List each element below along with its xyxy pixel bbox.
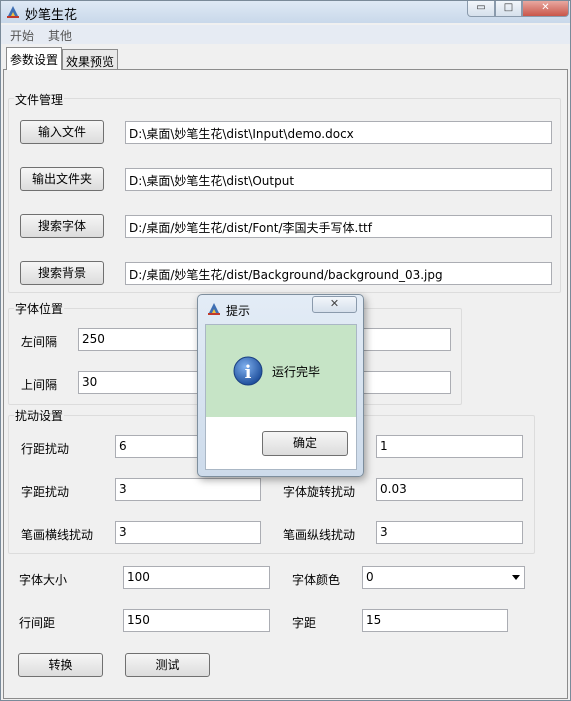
ok-button[interactable]: 确定 <box>262 431 348 456</box>
maximize-icon: □ <box>503 2 514 13</box>
vertical-stroke-perturb-field[interactable]: 3 <box>376 521 523 544</box>
font-position-title: 字体位置 <box>14 300 65 317</box>
right-top-perturb-field[interactable]: 1 <box>376 435 523 458</box>
convert-button[interactable]: 转换 <box>18 653 103 677</box>
font-size-field[interactable]: 100 <box>123 566 270 589</box>
app-window: 妙笔生花 ▭ □ ✕ 开始 其他 参数设置 效果预览 文件管理 输入文件 D:\… <box>0 0 571 701</box>
bottom-margin-field[interactable] <box>363 371 451 394</box>
search-font-button[interactable]: 搜索字体 <box>20 214 104 238</box>
input-file-path-field[interactable]: D:\桌面\妙笔生花\dist\Input\demo.docx <box>125 121 552 144</box>
left-margin-field[interactable]: 250 <box>78 328 200 351</box>
top-margin-field[interactable]: 30 <box>78 371 200 394</box>
char-distance-label: 字距 <box>292 616 317 630</box>
file-management-title: 文件管理 <box>14 91 65 108</box>
dialog-message-area: i 运行完毕 <box>206 325 356 417</box>
close-icon: ✕ <box>329 297 340 310</box>
tab-preview[interactable]: 效果预览 <box>62 49 118 70</box>
minimize-button[interactable]: ▭ <box>467 1 495 17</box>
close-icon: ✕ <box>541 2 550 13</box>
input-file-button[interactable]: 输入文件 <box>20 120 104 144</box>
char-spacing-perturb-label: 字距扰动 <box>21 485 70 499</box>
left-margin-label: 左间隔 <box>21 335 58 349</box>
background-path-field[interactable]: D:/桌面/妙笔生花/dist/Background/background_03… <box>125 262 552 285</box>
horizontal-stroke-perturb-label: 笔画横线扰动 <box>21 528 94 542</box>
vertical-stroke-perturb-label: 笔画纵线扰动 <box>283 528 356 542</box>
horizontal-stroke-perturb-field[interactable]: 3 <box>115 521 261 544</box>
info-dialog: 提示 ✕ i 运行完毕 确定 <box>197 294 364 477</box>
top-margin-label: 上间隔 <box>21 378 58 392</box>
dialog-message: 运行完毕 <box>272 365 321 379</box>
tab-parameters[interactable]: 参数设置 <box>6 47 62 70</box>
dialog-title: 提示 <box>226 304 251 318</box>
dialog-close-button[interactable]: ✕ <box>312 296 357 313</box>
menu-bar: 开始 其他 <box>1 25 570 44</box>
line-height-label: 行间距 <box>19 616 56 630</box>
rotation-perturb-field[interactable]: 0.03 <box>376 478 523 501</box>
output-folder-button[interactable]: 输出文件夹 <box>20 167 104 191</box>
search-background-button[interactable]: 搜索背景 <box>20 261 104 285</box>
menu-item-other[interactable]: 其他 <box>48 27 72 44</box>
title-bar: 妙笔生花 ▭ □ ✕ <box>1 1 570 23</box>
menu-item-start[interactable]: 开始 <box>10 27 34 44</box>
test-button[interactable]: 测试 <box>125 653 210 677</box>
maximize-button[interactable]: □ <box>495 1 522 17</box>
window-title: 妙笔生花 <box>25 8 78 23</box>
font-color-select[interactable]: 0 <box>362 566 525 589</box>
right-margin-field[interactable] <box>363 328 451 351</box>
dialog-body: i 运行完毕 确定 <box>205 324 357 470</box>
chevron-down-icon <box>512 575 520 580</box>
font-path-field[interactable]: D:/桌面/妙笔生花/dist/Font/李国夫手写体.ttf <box>125 215 552 238</box>
app-icon <box>7 6 19 18</box>
app-icon <box>208 303 220 315</box>
char-spacing-perturb-field[interactable]: 3 <box>115 478 261 501</box>
perturbation-title: 扰动设置 <box>14 407 65 424</box>
font-color-label: 字体颜色 <box>292 573 341 587</box>
rotation-perturb-label: 字体旋转扰动 <box>283 485 356 499</box>
font-size-label: 字体大小 <box>19 573 68 587</box>
info-glyph: i <box>245 362 252 383</box>
line-spacing-perturb-label: 行距扰动 <box>21 442 70 456</box>
close-button[interactable]: ✕ <box>522 1 569 17</box>
line-height-field[interactable]: 150 <box>123 609 270 632</box>
minimize-icon: ▭ <box>476 2 486 13</box>
output-folder-path-field[interactable]: D:\桌面\妙笔生花\dist\Output <box>125 168 552 191</box>
info-icon: i <box>233 356 263 386</box>
char-distance-field[interactable]: 15 <box>362 609 508 632</box>
font-color-value: 0 <box>366 570 374 584</box>
